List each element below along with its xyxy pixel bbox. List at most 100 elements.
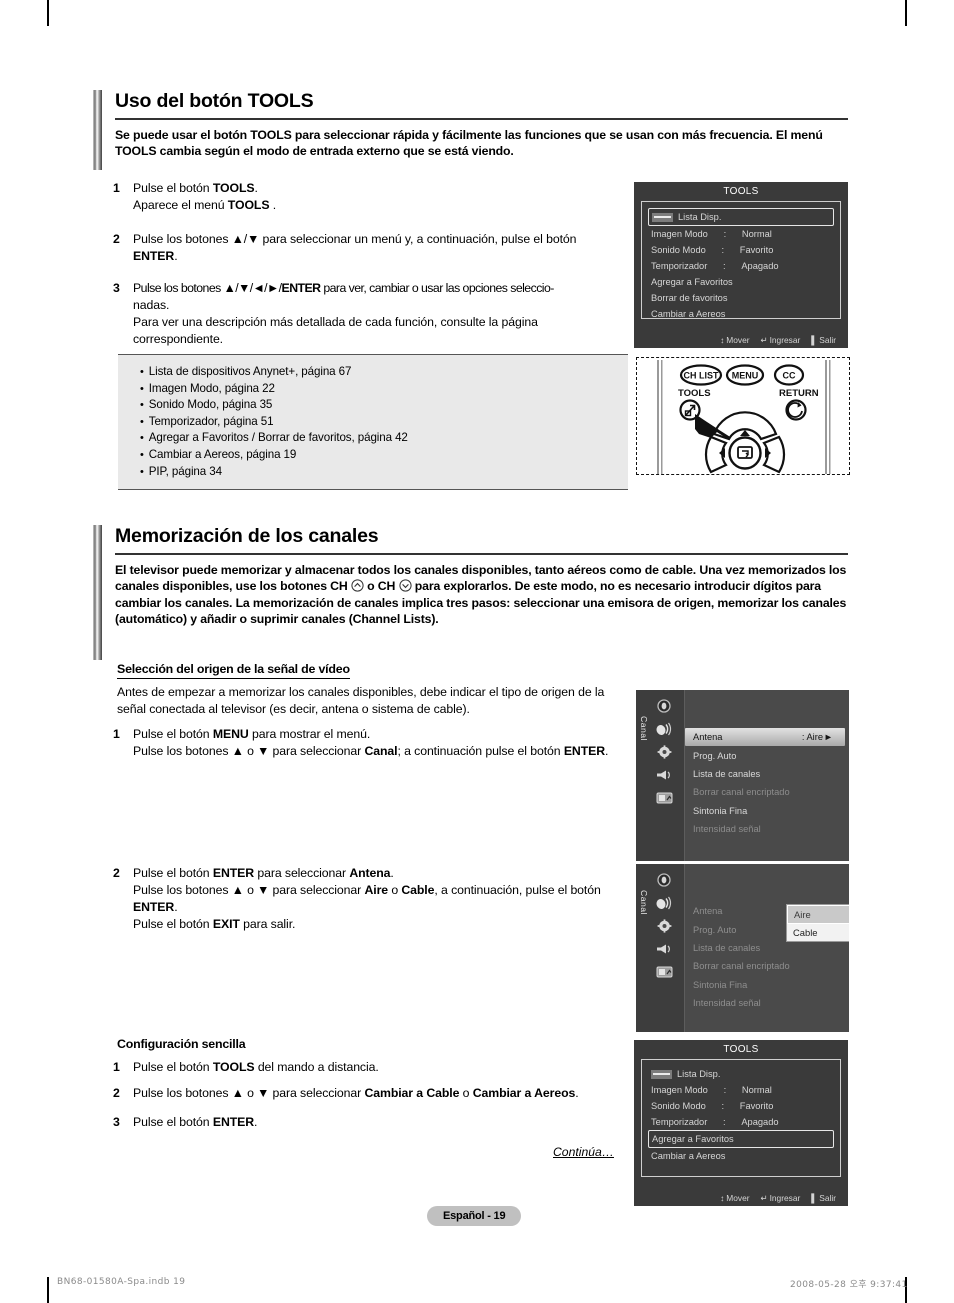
setup-icon[interactable] xyxy=(655,964,673,979)
osd-item-imagen-modo[interactable]: Imagen Modo : Normal xyxy=(642,1082,840,1098)
remote-control-diagram: CH LIST MENU CC TOOLS RETURN xyxy=(636,357,850,475)
step-text: Pulse el botón TOOLS del mando a distanc… xyxy=(133,1060,379,1074)
reference-list: Lista de dispositivos Anynet+, página 67… xyxy=(118,364,628,480)
speaker-icon[interactable] xyxy=(655,767,673,782)
svg-text:CH LIST: CH LIST xyxy=(684,371,720,381)
step-1-memorizacion: 1 Pulse el botón MENU para mostrar el me… xyxy=(113,726,633,760)
gear-icon[interactable] xyxy=(655,918,673,933)
osd-item-sintonia-fina[interactable]: Sintonia Fina xyxy=(685,976,845,994)
osd-item-borrar-favoritos[interactable]: Borrar de favoritos xyxy=(642,290,840,306)
step-number: 3 xyxy=(113,1115,120,1129)
osd-item-lista-disp[interactable]: Lista Disp. xyxy=(642,1066,840,1082)
footer-file-name: BN68-01580A-Spa.indb 19 xyxy=(57,1277,186,1287)
ch-down-icon xyxy=(398,579,412,592)
crop-mark-top-left xyxy=(47,0,49,26)
osd-tab-canal: Canal xyxy=(639,890,649,915)
list-item: Imagen Modo, página 22 xyxy=(140,381,628,398)
picture-icon[interactable] xyxy=(655,872,673,887)
step-1-easy: 1 Pulse el botón TOOLS del mando a dista… xyxy=(113,1059,633,1076)
osd-item-agregar-favoritos[interactable]: Agregar a Favoritos xyxy=(648,1130,834,1148)
picture-icon[interactable] xyxy=(655,698,673,713)
svg-text:CC: CC xyxy=(783,371,796,381)
osd-item-cambiar-aereos[interactable]: Cambiar a Aereos xyxy=(642,306,840,322)
step-2-memorizacion: 2 Pulse el botón ENTER para seleccionar … xyxy=(113,865,633,933)
osd-item-value: Favorito xyxy=(739,1100,774,1111)
osd-item-label: Antena xyxy=(693,906,723,917)
page-title: Uso del botón TOOLS xyxy=(115,90,314,112)
osd-item-borrar-canal-encriptado: Borrar canal encriptado xyxy=(693,787,790,798)
step-text: Pulse el botón TOOLS. Aparece el menú TO… xyxy=(133,181,277,212)
osd-menu-items-1: Antena : Aire ► Prog. Auto Lista de cana… xyxy=(685,728,845,838)
osd-item-antena[interactable]: Antena : Aire ► xyxy=(685,728,845,747)
osd-item-sonido-modo[interactable]: Sonido Modo : Favorito xyxy=(642,242,840,258)
footer-timestamp: 2008-05-28 오후 9:37:41 xyxy=(790,1280,908,1290)
updown-icon: ↕ xyxy=(720,335,725,345)
subheading-configuracion-sencilla: Configuración sencilla xyxy=(117,1037,246,1051)
osd-item-colon: : xyxy=(723,1116,726,1127)
osd-item-label: Agregar a Favoritos xyxy=(651,276,733,287)
dropdown-option-aire[interactable]: Aire xyxy=(787,905,849,924)
osd-item-borrar-canal-encriptado: Borrar canal encriptado xyxy=(693,961,790,972)
osd-item-prog-auto[interactable]: Prog. Auto xyxy=(685,746,845,764)
list-item: Cambiar a Aereos, página 19 xyxy=(140,447,628,464)
osd-title: TOOLS xyxy=(723,1044,759,1055)
speaker-icon[interactable] xyxy=(655,941,673,956)
list-item: Sonido Modo, página 35 xyxy=(140,397,628,414)
paragraph-antes: Antes de empezar a memorizar los canales… xyxy=(117,685,605,716)
hint-label: Salir xyxy=(819,335,836,345)
osd-item-agregar-favoritos[interactable]: Agregar a Favoritos xyxy=(642,274,840,290)
antena-dropdown[interactable]: Aire Cable xyxy=(786,904,849,942)
osd-item-temporizador[interactable]: Temporizador : Apagado xyxy=(642,1114,840,1130)
osd-menu-list: Lista Disp. Imagen Modo : Normal Sonido … xyxy=(641,1059,841,1177)
osd-item-colon: : xyxy=(723,228,727,239)
osd-item-label: Lista Disp. xyxy=(678,211,722,222)
osd-item-sintonia-fina[interactable]: Sintonia Fina xyxy=(685,802,845,820)
channel-menu-osd-2: Canal Antena Prog. Auto Lista de canales… xyxy=(636,864,849,1032)
hint-label: Salir xyxy=(819,1193,836,1203)
osd-item-cambiar-aereos[interactable]: Cambiar a Aereos xyxy=(642,1148,840,1164)
antenna-icon[interactable] xyxy=(655,721,673,736)
hint-label: Mover xyxy=(726,1193,750,1203)
step-2-easy: 2 Pulse los botones ▲ o ▼ para seleccion… xyxy=(113,1085,638,1102)
source-icon xyxy=(651,1069,672,1079)
osd-item-imagen-modo[interactable]: Imagen Modo : Normal xyxy=(642,226,840,242)
list-item: Lista de dispositivos Anynet+, página 67 xyxy=(140,364,628,381)
step-number: 2 xyxy=(113,866,120,880)
svg-text:MENU: MENU xyxy=(732,371,759,381)
osd-item-temporizador[interactable]: Temporizador : Apagado xyxy=(642,258,840,274)
osd-icon-column xyxy=(655,872,673,979)
osd-item-label: Temporizador xyxy=(651,1116,708,1127)
osd-item-intensidad-senal: Intensidad señal xyxy=(693,824,761,835)
osd-item-label: Borrar de favoritos xyxy=(651,292,728,303)
step-number: 1 xyxy=(113,181,120,195)
crop-mark-bottom-left xyxy=(47,1277,49,1303)
osd-item-value: Apagado xyxy=(741,1116,779,1127)
manual-page: Uso del botón TOOLS Se puede usar el bot… xyxy=(0,0,954,1303)
osd-item-label: Imagen Modo xyxy=(651,1084,708,1095)
section-intro-2: El televisor puede memorizar y almacenar… xyxy=(115,562,847,627)
gear-icon[interactable] xyxy=(655,744,673,759)
dropdown-option-cable[interactable]: Cable xyxy=(787,924,849,941)
remote-diagram-svg: CH LIST MENU CC TOOLS RETURN xyxy=(657,360,831,474)
osd-item-sonido-modo[interactable]: Sonido Modo : Favorito xyxy=(642,1098,840,1114)
tools-osd-top: TOOLS Lista Disp. Imagen Modo : Normal S… xyxy=(634,182,848,348)
osd-item-label: Sonido Modo xyxy=(651,244,706,255)
tools-osd-bottom: TOOLS Lista Disp. Imagen Modo : Normal S… xyxy=(634,1040,848,1206)
step-2-tools: 2 Pulse los botones ▲/▼ para seleccionar… xyxy=(113,231,623,265)
step-3-tools: 3 Pulse los botones ▲/▼/◄/►/ENTER para v… xyxy=(113,280,625,348)
osd-item-lista-canales[interactable]: Lista de canales xyxy=(685,765,845,783)
step-text: Pulse los botones ▲/▼/◄/►/ENTER para ver… xyxy=(133,281,554,346)
osd-menu-list: Lista Disp. Imagen Modo : Normal Sonido … xyxy=(641,201,841,319)
chevron-right-icon: ► xyxy=(823,732,833,743)
ch-up-icon xyxy=(351,579,364,592)
osd-item-value: : Aire xyxy=(801,732,823,743)
enter-icon: ↵ xyxy=(760,335,768,345)
channel-menu-osd-1: Canal Antena : Aire ► Prog. Auto Lista d… xyxy=(636,690,849,861)
setup-icon[interactable] xyxy=(655,790,673,805)
step-text: Pulse el botón ENTER para seleccionar An… xyxy=(133,866,601,931)
list-item: Agregar a Favoritos / Borrar de favorito… xyxy=(140,430,628,447)
hint-ingresar: ↵ Ingresar xyxy=(761,335,801,345)
hint-salir: ▌ Salir xyxy=(811,1193,836,1203)
osd-item-lista-disp[interactable]: Lista Disp. xyxy=(648,208,834,226)
antenna-icon[interactable] xyxy=(655,895,673,910)
